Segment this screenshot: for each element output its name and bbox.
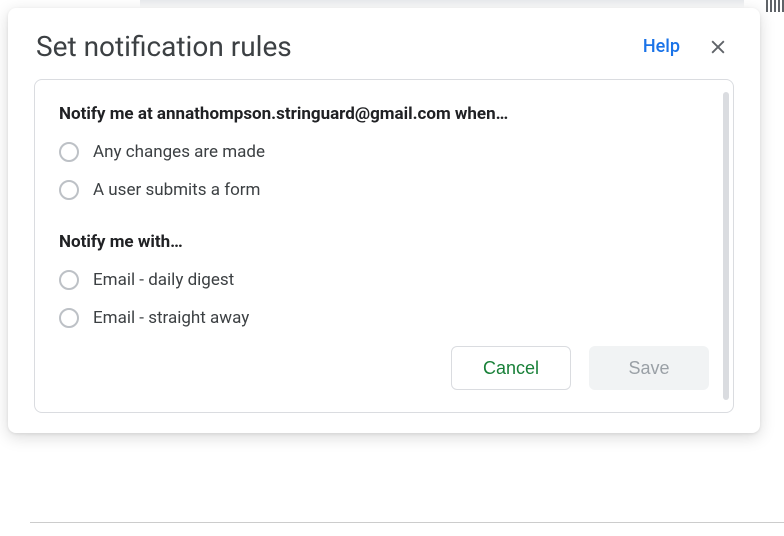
toolbar-hint: [140, 0, 744, 8]
radio-form-submit[interactable]: A user submits a form: [59, 180, 709, 200]
radio-icon: [59, 270, 79, 290]
close-icon: [708, 37, 728, 57]
toolbar-drag-handle: [766, 0, 784, 12]
notify-when-heading: Notify me at annathompson.stringuard@gma…: [59, 104, 709, 124]
radio-icon: [59, 180, 79, 200]
help-link[interactable]: Help: [643, 36, 680, 57]
radio-label: Email - daily digest: [93, 270, 234, 290]
close-button[interactable]: [704, 33, 732, 61]
notify-with-heading: Notify me with…: [59, 232, 709, 252]
radio-icon: [59, 142, 79, 162]
sheet-row-hint: [30, 522, 784, 536]
radio-label: Email - straight away: [93, 308, 249, 328]
dialog-header: Set notification rules Help: [8, 8, 760, 79]
radio-straight-away[interactable]: Email - straight away: [59, 308, 709, 328]
header-actions: Help: [643, 33, 732, 61]
radio-label: Any changes are made: [93, 142, 265, 162]
radio-daily-digest[interactable]: Email - daily digest: [59, 270, 709, 290]
dialog-footer: Cancel Save: [59, 346, 709, 390]
radio-any-changes[interactable]: Any changes are made: [59, 142, 709, 162]
save-button: Save: [589, 346, 709, 390]
notification-rules-dialog: Set notification rules Help Notify me at…: [8, 8, 760, 433]
radio-label: A user submits a form: [93, 180, 260, 200]
cancel-button[interactable]: Cancel: [451, 346, 571, 390]
dialog-body: Notify me at annathompson.stringuard@gma…: [34, 79, 734, 413]
scrollbar[interactable]: [723, 92, 729, 400]
radio-icon: [59, 308, 79, 328]
dialog-title: Set notification rules: [36, 30, 292, 63]
